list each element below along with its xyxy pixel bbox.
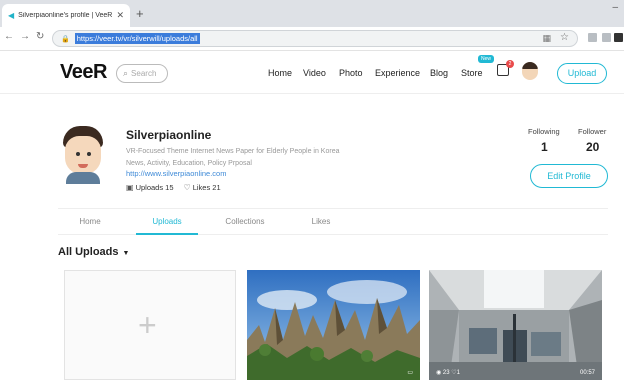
follower-count[interactable]: 20 (586, 140, 599, 154)
interior-video-thumbnail (429, 270, 602, 380)
following-label: Following (528, 127, 560, 136)
bookmark-star-icon[interactable]: ☆ (560, 32, 569, 43)
bio-line: VR-Focused Theme Internet News Paper for… (126, 148, 340, 155)
mountain-photo-thumbnail (247, 270, 420, 380)
nav-store[interactable]: Store (461, 68, 483, 78)
browser-toolbar: ← → ↻ 🔒 https://veer.tv/vr/silverwill/up… (0, 27, 624, 51)
tab-likes[interactable]: Likes (296, 209, 346, 235)
new-tab-button[interactable]: + (136, 6, 144, 21)
heart-icon: ♡ (183, 183, 191, 192)
vr-headset-icon: ▭ (407, 370, 413, 376)
search-input[interactable]: ⌕ Search (116, 64, 168, 83)
video-duration: 00:57 (579, 370, 595, 376)
nav-video[interactable]: Video (303, 68, 326, 78)
search-placeholder: Search (131, 69, 157, 78)
extension-icon[interactable] (588, 33, 597, 42)
upload-button[interactable]: Upload (557, 63, 607, 84)
back-icon[interactable]: ← (4, 31, 14, 42)
video-stats: ◉ 23 ♡1 (436, 370, 460, 376)
uploads-stat: ▣ Uploads 15 (126, 183, 174, 192)
url-text[interactable]: https://veer.tv/vr/silverwill/uploads/al… (74, 33, 200, 44)
add-upload-card[interactable]: + (64, 270, 236, 380)
veer-logo[interactable]: VeeR (60, 61, 107, 84)
tab-title: Silverpiaonline's profile | VeeR (18, 12, 113, 19)
likes-count: Likes 21 (192, 183, 221, 192)
browser-tab-bar: ◀ Silverpiaonline's profile | VeeR ✕ + – (0, 0, 624, 27)
address-bar[interactable]: 🔒 https://veer.tv/vr/silverwill/uploads/… (52, 30, 578, 47)
browser-tab[interactable]: ◀ Silverpiaonline's profile | VeeR ✕ (2, 4, 130, 27)
translate-icon[interactable]: ▦ (542, 33, 551, 44)
following-count[interactable]: 1 (541, 140, 548, 154)
close-tab-icon[interactable]: ✕ (116, 10, 124, 21)
nav-photo[interactable]: Photo (339, 68, 363, 78)
plus-icon: + (138, 307, 157, 343)
profile-tabs: Home Uploads Collections Likes (58, 208, 608, 235)
site-header: VeeR ⌕ Search Home Video Photo Experienc… (0, 52, 624, 94)
upload-card-video[interactable]: ◉ 23 ♡1 00:57 (429, 270, 602, 380)
nav-blog[interactable]: Blog (430, 68, 448, 78)
profile-name: Silverpiaonline (126, 128, 212, 142)
uploads-count: Uploads 15 (135, 183, 174, 192)
like-count: 1 (456, 370, 460, 376)
forward-icon[interactable]: → (20, 31, 30, 42)
view-count: 23 (442, 370, 450, 376)
chevron-down-icon: ▼ (122, 250, 130, 257)
reload-icon[interactable]: ↻ (36, 31, 44, 42)
veer-favicon-icon: ◀ (8, 11, 15, 20)
minimize-icon[interactable]: – (612, 2, 618, 13)
lock-icon: 🔒 (61, 35, 70, 43)
edit-profile-button[interactable]: Edit Profile (530, 164, 608, 188)
tab-uploads[interactable]: Uploads (136, 209, 198, 235)
new-badge: New (478, 55, 495, 63)
nav-experience[interactable]: Experience (375, 68, 420, 78)
tab-collections[interactable]: Collections (213, 209, 277, 235)
section-title: All Uploads (58, 246, 119, 258)
follower-label: Follower (578, 127, 607, 136)
extension-icon[interactable] (614, 33, 623, 42)
profile-website-link[interactable]: http://www.silverpiaonline.com (126, 169, 226, 178)
profile-stats: ▣ Uploads 15 ♡ Likes 21 (126, 183, 221, 192)
profile-avatar (60, 126, 106, 184)
uploads-icon: ▣ (126, 183, 134, 192)
extension-icon[interactable] (602, 33, 611, 42)
user-avatar[interactable] (522, 62, 538, 80)
likes-stat: ♡ Likes 21 (184, 183, 221, 192)
notification-count: 2 (506, 60, 514, 68)
upload-card-photo[interactable]: ▭ (247, 270, 420, 380)
all-uploads-dropdown[interactable]: All Uploads ▼ (58, 246, 129, 258)
nav-home[interactable]: Home (268, 68, 292, 78)
search-icon: ⌕ (123, 68, 129, 78)
tab-home[interactable]: Home (58, 209, 122, 235)
profile-bio: VR-Focused Theme Internet News Paper for… (126, 146, 376, 170)
